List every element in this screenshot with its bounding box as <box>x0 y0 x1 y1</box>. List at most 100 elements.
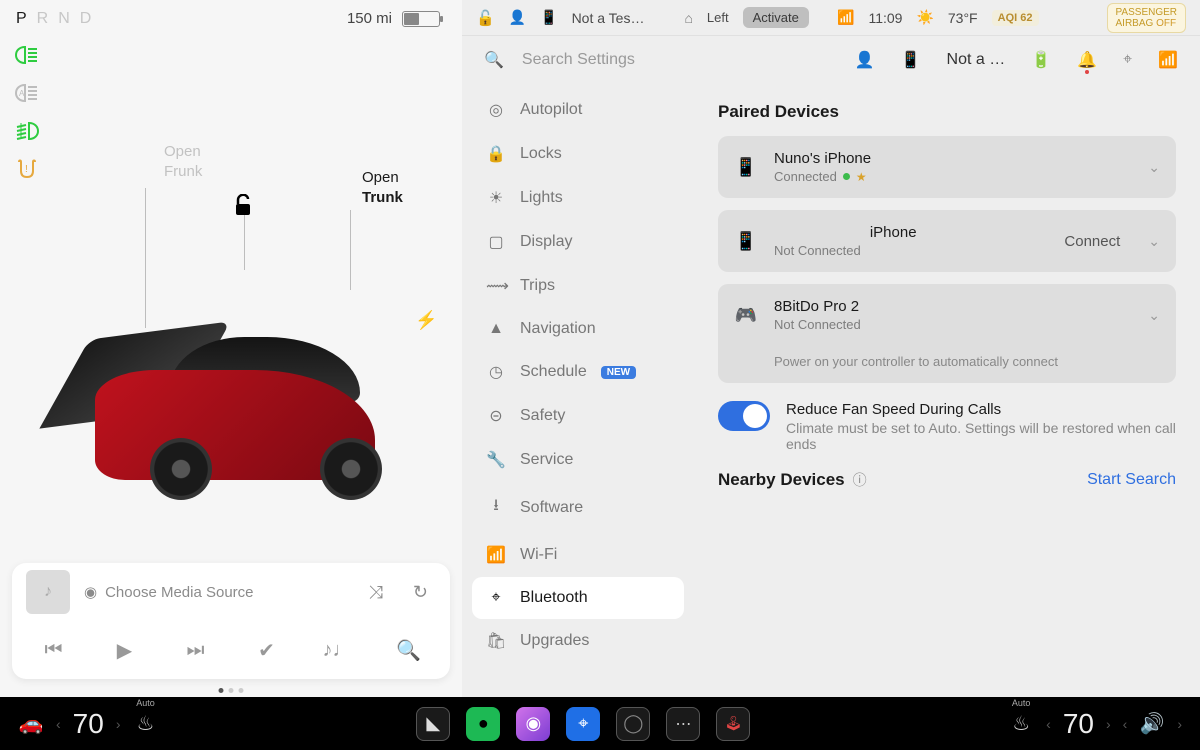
nav-display[interactable]: ▢Display <box>472 220 684 264</box>
wifi-icon[interactable]: 📶 <box>1158 50 1178 70</box>
bottom-bar: 🚗 ‹ 70 › ♨ ◣ ● ◉ ⌖ ◯ ⋯ 🕹 ♨ ‹ 70 › ‹ 🔊 › <box>0 697 1200 750</box>
lock-icon: 🔒 <box>486 144 506 164</box>
chevron-down-icon[interactable]: ⌄ <box>1148 307 1160 324</box>
start-search-button[interactable]: Start Search <box>1087 471 1176 489</box>
passenger-seat-heater[interactable]: ♨ <box>1002 711 1040 736</box>
vehicle-render[interactable] <box>55 270 425 500</box>
paired-device[interactable]: 🎮 8BitDo Pro 2 Not Connected ⌄ Power on … <box>718 284 1176 383</box>
notifications-icon[interactable]: 🔔 <box>1077 50 1097 70</box>
light-icon: ☀ <box>486 188 506 208</box>
outside-temp[interactable]: 73°F <box>948 10 978 26</box>
profile-name[interactable]: Not a Tes… <box>572 10 645 26</box>
bluetooth-app-icon[interactable]: ⌖ <box>566 707 600 741</box>
nav-upgrades[interactable]: 🛍Upgrades <box>472 619 684 663</box>
vol-up[interactable]: › <box>1171 716 1188 732</box>
settings-header: 🔍 Search Settings 👤 📱 Not a … 🔋 🔔 ⌖ 📶 <box>462 36 1200 84</box>
nav-wifi[interactable]: 📶Wi-Fi <box>472 533 684 577</box>
music-note-icon: ♪ <box>26 570 70 614</box>
nav-app-icon[interactable]: ◣ <box>416 707 450 741</box>
bag-icon: 🛍 <box>486 631 506 651</box>
media-source-select[interactable]: ◉ Choose Media Source <box>84 583 347 601</box>
battery-icon[interactable] <box>402 11 440 27</box>
nav-safety[interactable]: ⊝Safety <box>472 394 684 438</box>
more-apps-icon[interactable]: ⋯ <box>666 707 700 741</box>
driver-seat-heater[interactable]: ♨ <box>127 711 165 736</box>
nav-software[interactable]: ⭳Software <box>472 482 684 533</box>
reduce-fan-toggle[interactable] <box>718 401 770 431</box>
info-icon[interactable]: ⓘ <box>853 470 867 490</box>
favorite-icon: ★ <box>856 170 867 184</box>
new-badge: NEW <box>601 366 636 379</box>
play-button[interactable]: ▶ <box>105 638 145 663</box>
temp-up-right[interactable]: › <box>1100 716 1117 732</box>
gear-r: R <box>37 10 49 28</box>
nav-trips[interactable]: ⟿Trips <box>472 264 684 308</box>
connect-button[interactable]: Connect <box>1064 233 1120 250</box>
clock-icon: ◷ <box>486 362 506 382</box>
vehicle-panel: P R N D 150 mi A ! Open Frunk Open Trunk… <box>0 0 462 697</box>
lock-status-icon[interactable]: 🔓 <box>476 9 495 27</box>
profile-icon[interactable]: 👤 <box>855 50 875 70</box>
paired-device[interactable]: 📱 iPhone Not Connected Connect ⌄ <box>718 210 1176 272</box>
chevron-down-icon[interactable]: ⌄ <box>1148 233 1160 250</box>
paired-device[interactable]: 📱 Nuno's iPhone Connected★ ⌄ <box>718 136 1176 198</box>
volume-icon[interactable]: 🔊 <box>1133 711 1171 736</box>
nav-schedule[interactable]: ◷ScheduleNEW <box>472 350 684 394</box>
auto-highbeam-icon[interactable]: A <box>14 83 40 103</box>
nav-lights[interactable]: ☀Lights <box>472 176 684 220</box>
nav-bluetooth[interactable]: ⌖Bluetooth <box>472 577 684 619</box>
trunk-button[interactable]: Open Trunk <box>362 168 403 207</box>
clock: 11:09 <box>868 10 902 26</box>
vol-down[interactable]: ‹ <box>1117 716 1134 732</box>
wifi-icon[interactable]: 📶 <box>837 9 854 26</box>
connected-dot <box>843 173 850 180</box>
nav-locks[interactable]: 🔒Locks <box>472 132 684 176</box>
paired-devices-heading: Paired Devices <box>718 102 1176 122</box>
repeat-icon[interactable]: ↻ <box>405 582 436 603</box>
gear-n: N <box>58 10 70 28</box>
page-dots[interactable] <box>219 688 244 693</box>
temp-down-right[interactable]: ‹ <box>1040 716 1057 732</box>
battery-icon[interactable]: 🔋 <box>1031 50 1051 70</box>
settings-search-input[interactable]: Search Settings <box>522 51 837 69</box>
eq-button[interactable]: ♪♩ <box>318 639 358 662</box>
lock-toggle[interactable] <box>234 194 254 222</box>
homelink-activate-button[interactable]: Activate <box>743 7 809 28</box>
shuffle-icon[interactable]: ⤨ <box>361 582 391 603</box>
frunk-button[interactable]: Open Frunk <box>164 142 202 181</box>
temp-down-left[interactable]: ‹ <box>50 716 67 732</box>
media-search-button[interactable]: 🔍 <box>389 638 429 663</box>
phone-icon[interactable]: 📱 <box>901 50 921 70</box>
nav-service[interactable]: 🔧Service <box>472 438 684 482</box>
nav-navigation[interactable]: ▲Navigation <box>472 308 684 350</box>
profile-icon[interactable]: 👤 <box>509 9 526 26</box>
svg-text:!: ! <box>25 164 28 175</box>
range-label: 150 mi <box>347 10 392 27</box>
homelink-label: Left <box>707 10 729 25</box>
chevron-down-icon[interactable]: ⌄ <box>1148 159 1160 176</box>
like-button[interactable]: ✔ <box>247 638 287 663</box>
temp-up-left[interactable]: › <box>110 716 127 732</box>
compass-icon: ▲ <box>486 320 506 338</box>
aqi-badge[interactable]: AQI 62 <box>992 10 1039 26</box>
camera-app-icon[interactable]: ◯ <box>616 707 650 741</box>
arcade-app-icon[interactable]: 🕹 <box>716 707 750 741</box>
next-track-button[interactable]: ⏭ <box>176 639 216 662</box>
homelink-icon[interactable]: ⌂ <box>684 10 692 26</box>
bluetooth-icon[interactable]: ⌖ <box>1123 51 1132 69</box>
spotify-app-icon[interactable]: ● <box>466 707 500 741</box>
podcasts-app-icon[interactable]: ◉ <box>516 707 550 741</box>
tpms-icon[interactable]: ! <box>14 159 40 179</box>
foglight-icon[interactable] <box>14 121 40 141</box>
nav-autopilot[interactable]: ◎Autopilot <box>472 88 684 132</box>
settings-nav: ◎Autopilot 🔒Locks ☀Lights ▢Display ⟿Trip… <box>462 84 694 697</box>
prev-track-button[interactable]: ⏮ <box>34 639 74 662</box>
driver-temp[interactable]: 70 <box>67 708 110 740</box>
passenger-temp[interactable]: 70 <box>1057 708 1100 740</box>
status-bar: 🔓 👤 📱 Not a Tes… ⌂ Left Activate 📶 11:09… <box>462 0 1200 36</box>
gear-selector: P R N D <box>16 10 91 28</box>
search-icon: 🔍 <box>484 50 504 70</box>
headlight-low-icon[interactable] <box>14 45 40 65</box>
profile-short[interactable]: Not a … <box>947 51 1006 69</box>
car-launcher-icon[interactable]: 🚗 <box>12 711 50 736</box>
